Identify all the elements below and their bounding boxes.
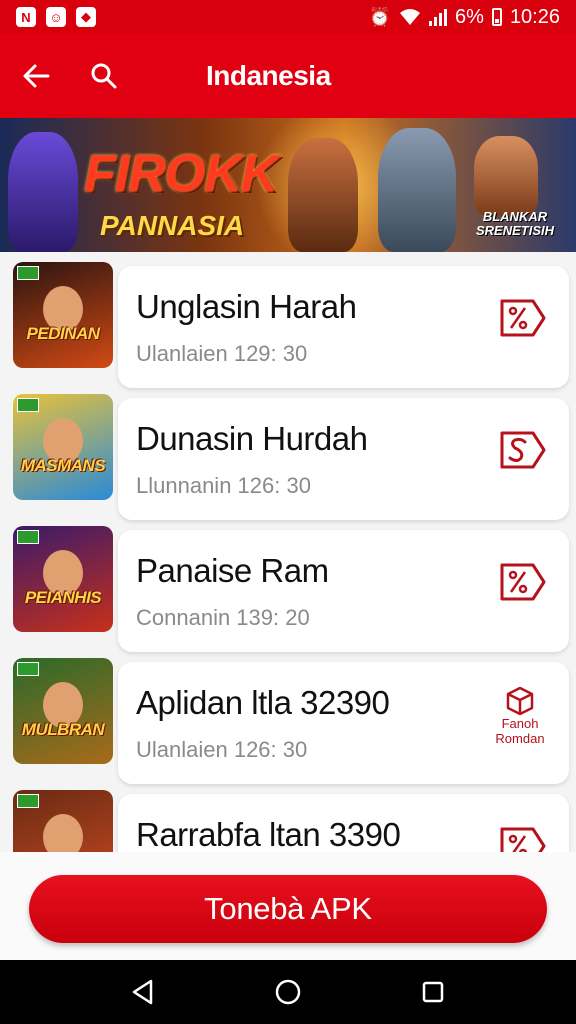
app-subtitle: Ulanlaien 126: 30 [136,737,308,762]
signal-icon [429,8,448,26]
thumb-badge [17,398,39,412]
n-app-icon: N [16,7,36,27]
nav-home-button[interactable] [268,972,308,1012]
promo-banner[interactable]: FIROKK PANNASIA BLANKAR SRENETISIH [0,118,576,252]
hero-figure-3 [378,128,456,252]
back-arrow-icon [23,64,50,88]
app-subtitle: Connanin 139: 20 [136,605,310,630]
thumb-character [43,814,83,852]
face-app-icon: ☺ [46,7,66,27]
app-list[interactable]: PEDINAN Unglasin Harah Ulanlaien 129: 30… [0,252,576,852]
list-item[interactable]: PEDINAN Unglasin Harah Ulanlaien 129: 30 [0,252,576,388]
discount-tag-icon [500,563,546,601]
thumb-badge [17,662,39,676]
discount-tag-icon [500,299,546,337]
list-item[interactable]: MULBRAN Aplidan ltla 32390 Ulanlaien 126… [0,648,576,784]
discount-tag-button[interactable] [497,296,549,340]
battery-icon [491,8,502,26]
app-card[interactable]: Aplidan ltla 32390 Ulanlaien 126: 30 Fan… [118,662,569,784]
banner-side-line1: BLANKAR [482,209,548,224]
app-card[interactable]: Panaise Ram Connanin 139: 20 [118,530,569,652]
s-tag-button[interactable] [497,428,549,472]
home-circle-icon [275,979,301,1005]
thumb-badge [17,794,39,808]
search-icon [91,63,117,89]
thumb-label: PEIANHIS [24,588,102,607]
status-bar: N ☺ ◆ ⏰ 6% 10:26 [0,0,576,34]
app-title: Rarrabfa ltan 3390 [136,816,401,852]
box-icon [506,686,534,716]
banner-title: FIROKK [84,145,278,203]
back-button[interactable] [0,34,72,118]
app-card[interactable]: Unglasin Harah Ulanlaien 129: 30 [118,266,569,388]
app-thumbnail[interactable]: MASMANS [13,394,113,500]
app-subtitle: Llunnanin 126: 30 [136,473,311,498]
nav-back-button[interactable] [123,972,163,1012]
thumb-label: PEDINAN [26,324,100,343]
tag-app-icon: ◆ [76,7,96,27]
app-thumbnail[interactable]: PEIANHIS [13,526,113,632]
recents-square-icon [423,981,444,1003]
thumb-label: MASMANS [20,456,106,475]
app-card[interactable]: Rarrabfa ltan 3390 [118,794,569,852]
bottom-panel: Tonebà APK [0,852,576,960]
clock: 10:26 [509,5,560,28]
app-bar: Indanesia [0,34,576,118]
thumb-label: MULBRAN [21,720,105,739]
status-system: ⏰ 6% 10:26 [369,6,560,29]
box-button[interactable]: Fanoh Romdan [489,686,551,746]
discount-tag-button[interactable] [497,824,549,852]
back-triangle-icon [132,979,152,1005]
battery-percent: 6% [455,5,484,28]
banner-subtitle: PANNASIA [100,210,245,241]
app-thumbnail[interactable]: MULBRAN [13,658,113,764]
app-title: Unglasin Harah [136,288,357,325]
discount-tag-button[interactable] [497,560,549,604]
hero-figure-4 [474,136,538,216]
hero-figure-2 [288,138,358,252]
status-notifications: N ☺ ◆ [16,7,96,27]
download-apk-button[interactable]: Tonebà APK [29,875,547,943]
list-item[interactable]: PEIANHIS Panaise Ram Connanin 139: 20 [0,516,576,652]
app-title: Dunasin Hurdah [136,420,368,457]
app-title: Aplidan ltla 32390 [136,684,390,721]
thumb-badge [17,266,39,280]
app-subtitle: Ulanlaien 129: 30 [136,341,308,366]
box-label-line1: Fanoh [501,716,539,731]
page-title: Indanesia [206,60,331,91]
app-thumbnail[interactable]: PEDINAN [13,262,113,368]
banner-side-line2: SRENETISIH [475,223,554,238]
thumb-badge [17,530,39,544]
app-title: Panaise Ram [136,552,329,589]
app-card[interactable]: Dunasin Hurdah Llunnanin 126: 30 [118,398,569,520]
hero-figure-1 [8,132,78,252]
discount-tag-icon [500,827,546,852]
list-item[interactable]: MASMANS Dunasin Hurdah Llunnanin 126: 30 [0,384,576,520]
app-thumbnail[interactable] [13,790,113,852]
banner-side-text: BLANKAR SRENETISIH [476,210,554,238]
system-nav-bar [0,960,576,1024]
search-button[interactable] [68,34,140,118]
box-label-line2: Romdan [495,731,545,746]
nav-recents-button[interactable] [413,972,453,1012]
s-tag-icon [500,431,546,469]
wifi-icon [400,9,421,25]
list-item[interactable]: Rarrabfa ltan 3390 [0,780,576,852]
alarm-icon: ⏰ [368,6,392,27]
